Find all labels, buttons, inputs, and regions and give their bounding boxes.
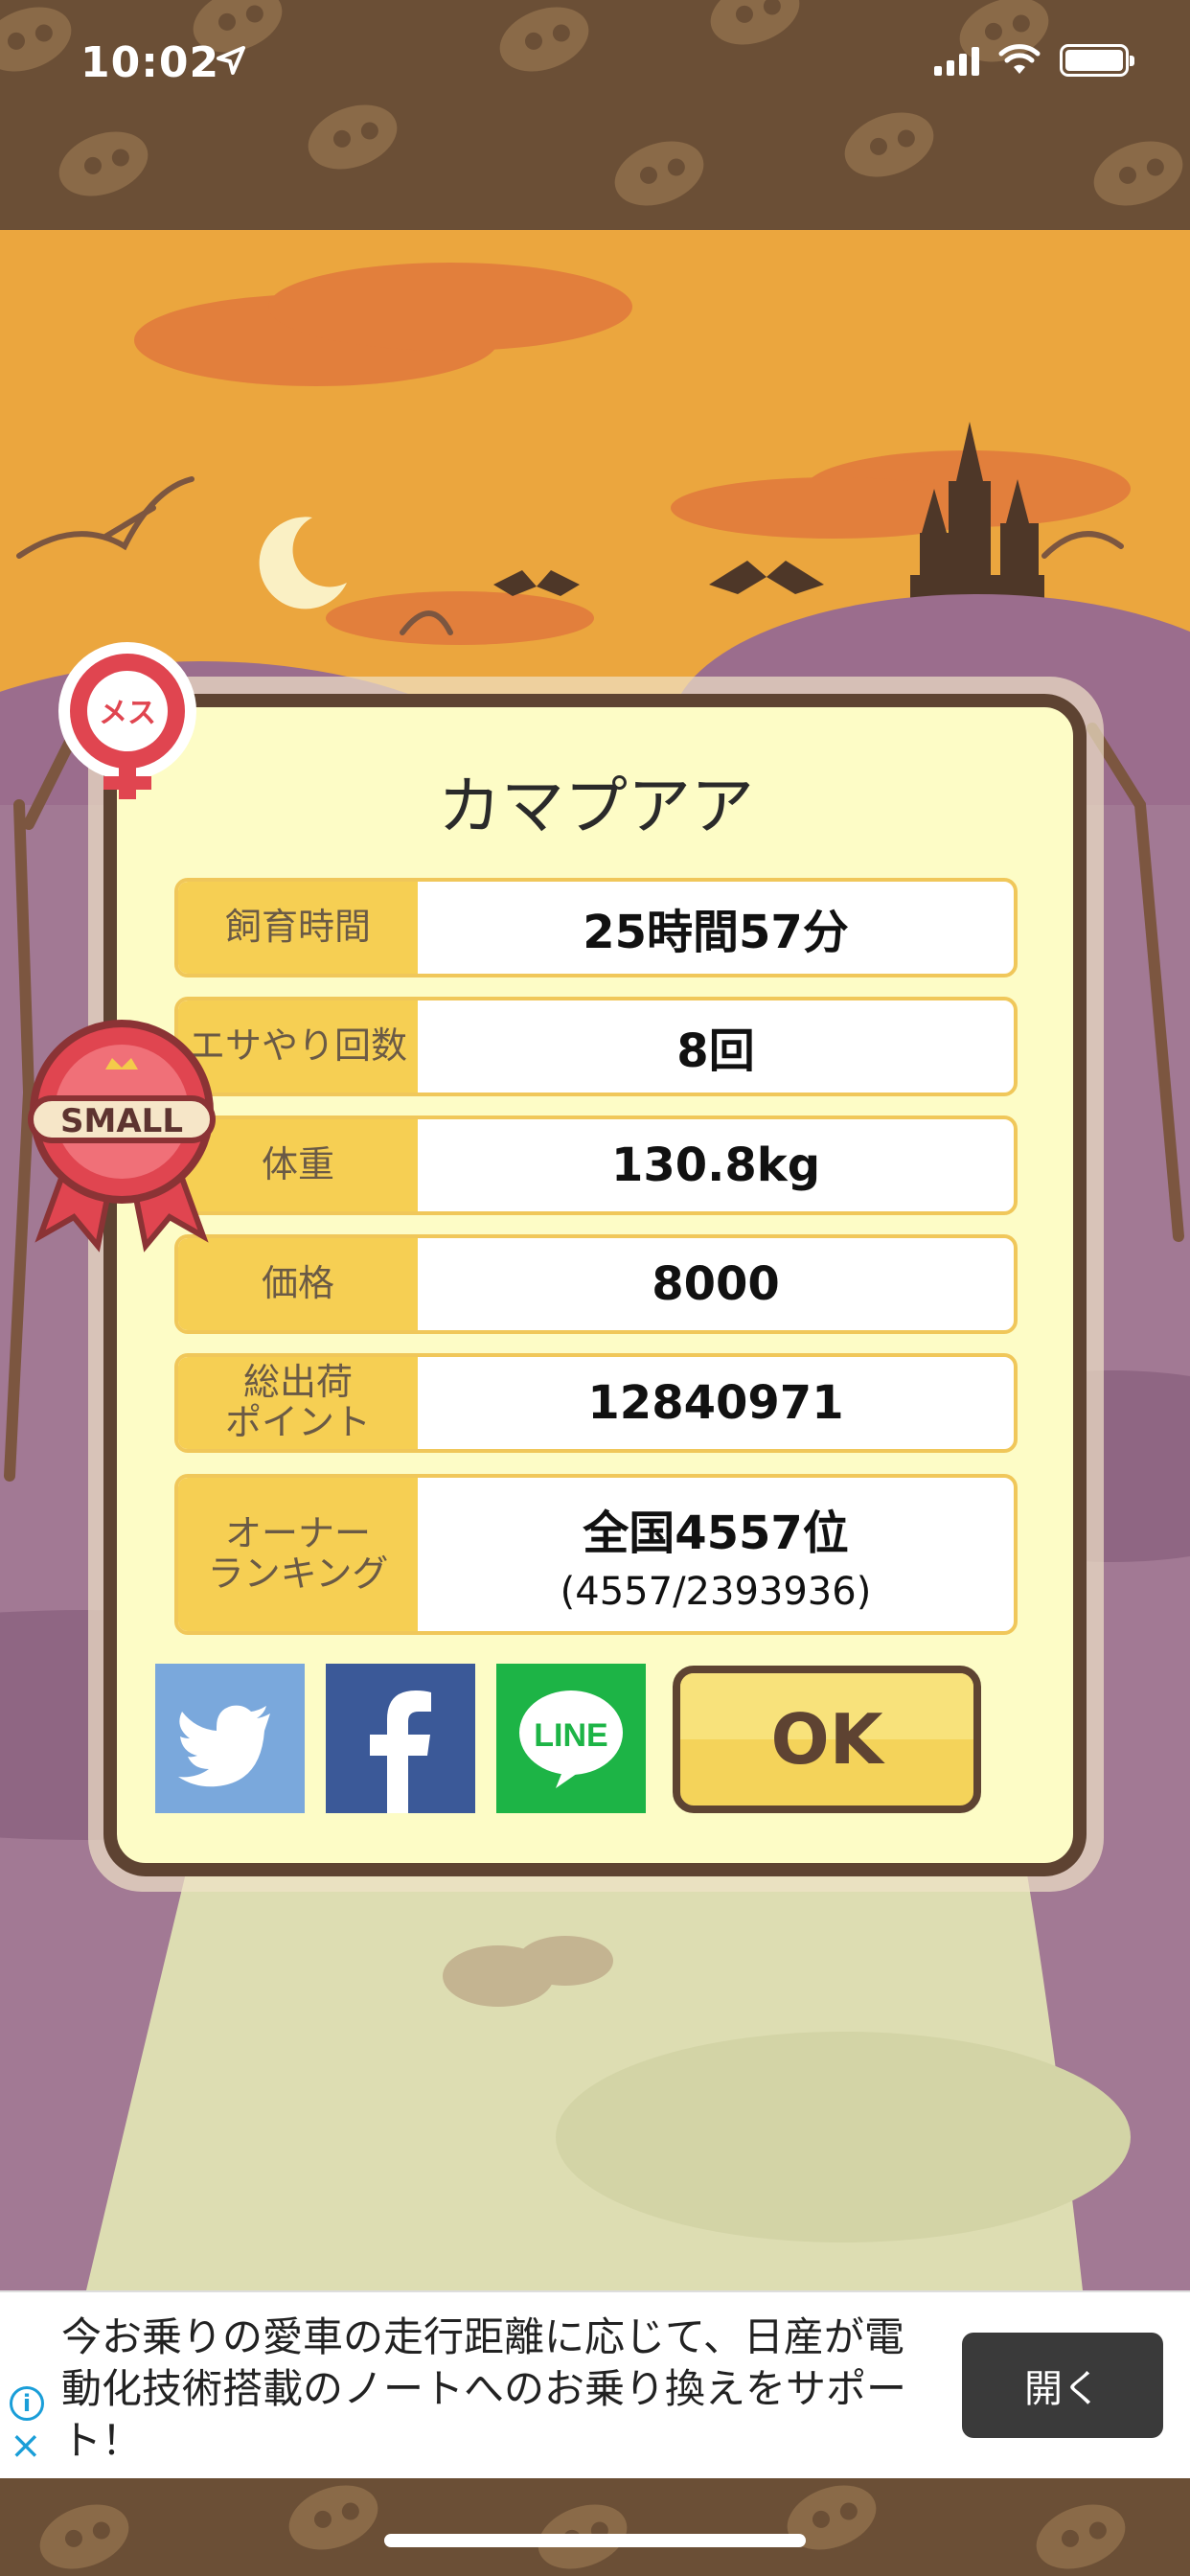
- small-size-ribbon-icon: SMALL: [28, 1020, 216, 1253]
- bean-decoration: [606, 129, 713, 218]
- stat-value: 8000: [418, 1238, 1014, 1330]
- ad-banner[interactable]: i × 今お乗りの愛車の走行距離に応じて、日産が電動化技術搭載のノートへのお乗り…: [0, 2290, 1190, 2478]
- stat-value-text: 25時間57分: [583, 906, 849, 959]
- stat-row: 飼育時間 25時間57分: [174, 878, 1018, 978]
- location-arrow-icon: [217, 46, 245, 75]
- stat-row: 総出荷 ポイント 12840971: [174, 1353, 1018, 1453]
- ribbon-text: SMALL: [60, 1102, 183, 1140]
- ad-close-icon[interactable]: ×: [10, 2426, 42, 2465]
- ok-button-label: OK: [770, 1699, 883, 1780]
- stat-value-text: 12840971: [587, 1376, 844, 1430]
- gender-badge-text: メス: [99, 697, 156, 730]
- facebook-share-button[interactable]: [326, 1664, 475, 1813]
- bean-decoration: [1027, 2493, 1134, 2576]
- bean-decoration: [1085, 129, 1190, 218]
- stat-row: 体重 130.8kg: [174, 1116, 1018, 1215]
- stat-value: 25時間57分: [418, 882, 1014, 974]
- top-pattern-strip: 10:02: [0, 0, 1190, 230]
- stat-value: 130.8kg: [418, 1119, 1014, 1211]
- stat-value-text: 8000: [652, 1257, 780, 1311]
- female-badge-icon: メス: [58, 642, 196, 799]
- twitter-bird-icon: [178, 1705, 270, 1787]
- cellular-signal-icon: [934, 45, 979, 76]
- bean-decoration: [701, 0, 809, 57]
- line-logo-icon: LINE: [519, 1690, 623, 1788]
- bean-decoration: [491, 0, 598, 83]
- stat-row: 価格 8000: [174, 1234, 1018, 1334]
- stat-label: 飼育時間: [178, 882, 418, 974]
- wifi-icon: [998, 44, 1041, 74]
- bottom-pattern-strip: [0, 2478, 1190, 2576]
- pig-result-dialog: カマプアア 飼育時間 25時間57分 エサやり回数 8回 体重 130.8kg …: [103, 694, 1087, 1876]
- line-logo-text: LINE: [534, 1717, 607, 1754]
- ad-text[interactable]: 今お乗りの愛車の走行距離に応じて、日産が電動化技術搭載のノートへのお乗り換えをサ…: [61, 2312, 924, 2467]
- battery-icon: [1060, 44, 1134, 77]
- stat-value: 12840971: [418, 1357, 1014, 1449]
- bean-decoration: [299, 93, 406, 181]
- facebook-f-icon: [370, 1690, 431, 1813]
- stat-value-text: 8回: [676, 1024, 755, 1078]
- ad-info-icon[interactable]: i: [10, 2386, 44, 2421]
- status-icons: [934, 44, 1134, 77]
- stat-value: 全国4557位 (4557/2393936): [418, 1478, 1014, 1631]
- bean-decoration: [280, 2478, 387, 2562]
- status-time: 10:02: [80, 38, 220, 87]
- stat-label: 総出荷 ポイント: [178, 1357, 418, 1449]
- ad-open-button[interactable]: 開く: [962, 2333, 1163, 2438]
- bean-decoration: [835, 101, 943, 189]
- stat-row: オーナー ランキング 全国4557位 (4557/2393936): [174, 1474, 1018, 1635]
- home-indicator[interactable]: [384, 2534, 806, 2547]
- twitter-share-button[interactable]: [155, 1664, 305, 1813]
- ok-button[interactable]: OK: [673, 1666, 981, 1813]
- bean-decoration: [50, 120, 157, 208]
- stat-row: エサやり回数 8回: [174, 997, 1018, 1096]
- bean-decoration: [778, 2478, 885, 2562]
- line-share-button[interactable]: LINE: [496, 1664, 646, 1813]
- pig-name: カマプアア: [438, 770, 754, 843]
- stat-value: 8回: [418, 1000, 1014, 1092]
- ranking-detail: (4557/2393936): [560, 1570, 872, 1614]
- ranking-value: 全国4557位: [583, 1506, 849, 1560]
- stat-label: オーナー ランキング: [178, 1478, 418, 1631]
- bean-decoration: [31, 2493, 138, 2576]
- stat-value-text: 130.8kg: [610, 1138, 821, 1192]
- bean-decoration: [0, 0, 80, 83]
